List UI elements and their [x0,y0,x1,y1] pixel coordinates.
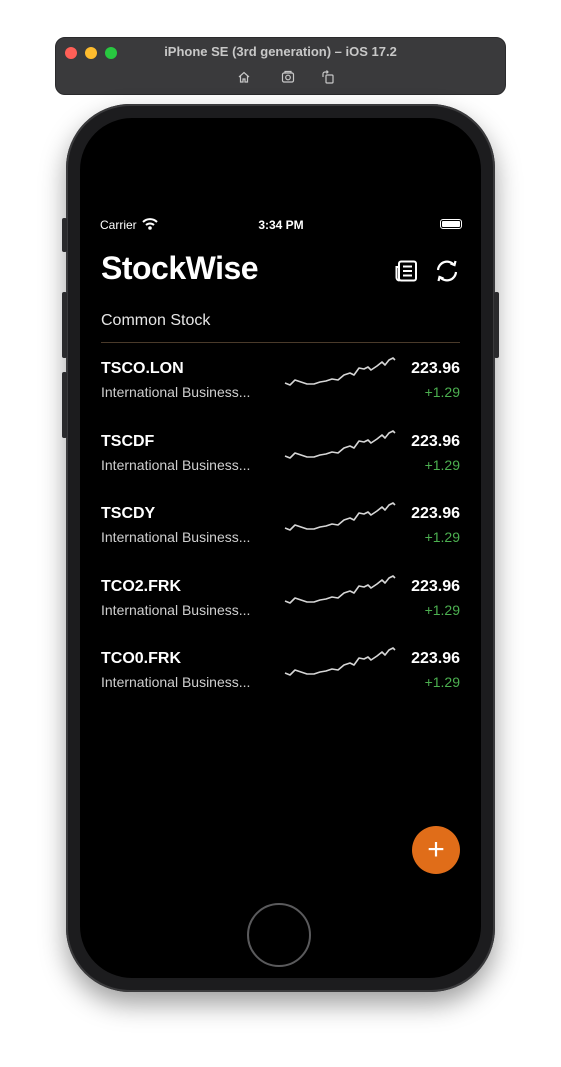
stock-symbol: TSCO.LON [101,360,184,377]
stock-symbol: TCO2.FRK [101,577,181,595]
stock-change: +1.29 [424,384,460,400]
stock-price: 223.96 [411,360,460,377]
sparkline-chart [284,429,396,459]
status-time: 3:34 PM [258,218,304,232]
stock-change: +1.29 [424,456,460,473]
sparkline-chart [284,357,396,386]
stock-name: International Business... [101,601,251,618]
power-button[interactable] [494,292,499,358]
section-divider [101,342,460,343]
stock-row[interactable]: TCO2.FRK International Business... 223.9… [101,574,460,647]
stock-change: +1.29 [424,601,460,618]
stock-row[interactable]: TSCDF International Business... 223.96 +… [101,429,460,502]
stock-list: TSCO.LON International Business... 223.9… [101,356,460,719]
sparkline-chart [284,647,396,676]
stock-name: International Business... [101,456,251,473]
stock-symbol: TSCDY [101,505,156,522]
volume-down-button[interactable] [62,372,67,438]
home-button[interactable] [247,903,311,967]
rotate-icon[interactable] [320,69,336,85]
home-icon[interactable] [236,69,252,85]
simulator-toolbar: iPhone SE (3rd generation) – iOS 17.2 [55,37,506,95]
stock-price: 223.96 [411,432,460,450]
simulator-title: iPhone SE (3rd generation) – iOS 17.2 [164,44,397,59]
sparkline-chart [284,502,396,531]
stock-name: International Business... [101,384,251,400]
simulator-window: iPhone SE (3rd generation) – iOS 17.2 Ca… [0,0,561,1067]
screenshot-icon[interactable] [280,69,296,85]
stock-row[interactable]: TSCDY International Business... 223.96 +… [101,501,460,574]
silent-switch[interactable] [62,218,67,252]
news-icon[interactable] [394,258,420,284]
stock-change: +1.29 [424,674,460,690]
stock-change: +1.29 [424,529,460,545]
stock-symbol: TSCDF [101,432,155,450]
stock-row[interactable]: TSCO.LON International Business... 223.9… [101,356,460,429]
add-stock-button[interactable]: + [412,826,460,874]
stock-name: International Business... [101,529,251,545]
stock-symbol: TCO0.FRK [101,650,181,667]
volume-up-button[interactable] [62,292,67,358]
stock-price: 223.96 [411,577,460,595]
stock-price: 223.96 [411,650,460,667]
section-label: Common Stock [101,312,211,329]
stock-row[interactable]: TCO0.FRK International Business... 223.9… [101,646,460,719]
battery-icon [440,219,462,229]
stock-price: 223.96 [411,505,460,522]
refresh-icon[interactable] [434,258,460,284]
sparkline-chart [284,574,396,604]
stock-name: International Business... [101,674,251,690]
status-bar: Carrier 3:34 PM [100,216,462,234]
app-title: StockWise [101,250,259,286]
